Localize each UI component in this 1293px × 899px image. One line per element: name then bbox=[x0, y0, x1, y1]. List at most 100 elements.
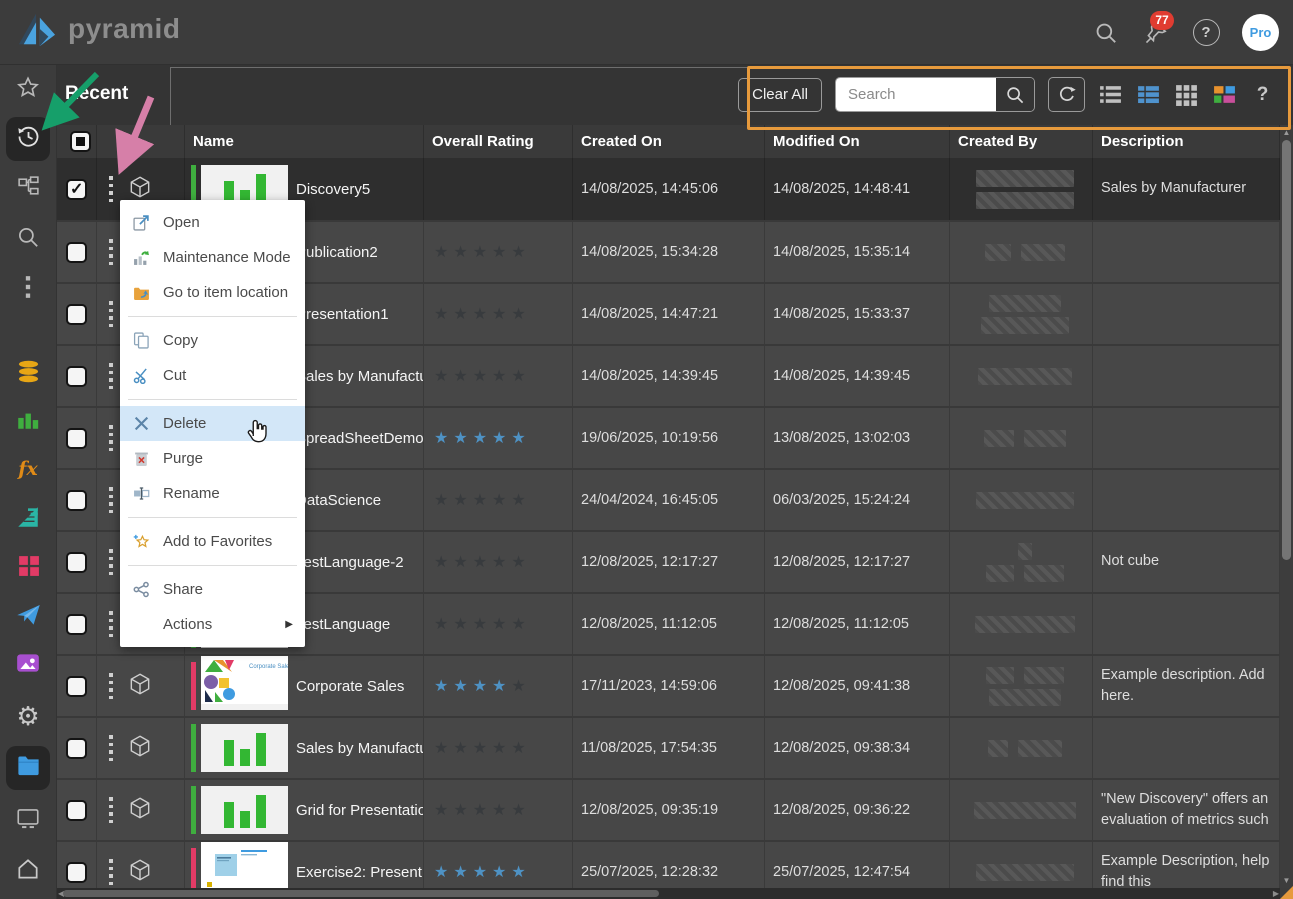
row-checkbox[interactable] bbox=[66, 366, 87, 387]
sidebar-item-home[interactable] bbox=[6, 849, 50, 893]
sidebar-item-illustrate[interactable] bbox=[6, 643, 50, 687]
star-rating[interactable]: ★★★★★ bbox=[424, 304, 531, 324]
sidebar-item-search[interactable] bbox=[6, 217, 50, 261]
profile-avatar[interactable]: Pro bbox=[1242, 14, 1279, 51]
menu-item-open[interactable]: Open bbox=[120, 205, 305, 240]
column-header-created-on[interactable]: Created On bbox=[573, 125, 765, 158]
row-checkbox[interactable] bbox=[66, 304, 87, 325]
column-header-overall-rating[interactable]: Overall Rating bbox=[424, 125, 573, 158]
item-name[interactable]: Grid for Presentation bbox=[296, 802, 424, 819]
vertical-scrollbar[interactable]: ▲ ▼ bbox=[1280, 125, 1293, 888]
sidebar-item-discover[interactable] bbox=[6, 399, 50, 443]
item-name[interactable]: Corporate Sales bbox=[296, 678, 404, 695]
list-view-icon[interactable] bbox=[1098, 82, 1123, 107]
sidebar-item-recent[interactable] bbox=[6, 117, 50, 161]
row-menu-kebab-icon[interactable] bbox=[109, 425, 113, 451]
row-checkbox[interactable] bbox=[66, 490, 87, 511]
row-rating-cell[interactable]: ★★★★★ bbox=[424, 284, 573, 344]
star-rating[interactable]: ★★★★★ bbox=[424, 242, 531, 262]
row-menu-kebab-icon[interactable] bbox=[109, 487, 113, 513]
row-menu-kebab-icon[interactable] bbox=[109, 735, 113, 761]
search-submit-icon[interactable] bbox=[996, 78, 1034, 111]
row-checkbox[interactable] bbox=[66, 614, 87, 635]
row-rating-cell[interactable]: ★★★★★ bbox=[424, 656, 573, 716]
row-menu-kebab-icon[interactable] bbox=[109, 673, 113, 699]
menu-item-copy[interactable]: Copy bbox=[120, 323, 305, 358]
detail-list-view-icon[interactable] bbox=[1136, 82, 1161, 107]
tiles-view-icon[interactable] bbox=[1212, 82, 1237, 107]
row-rating-cell[interactable]: ★★★★★ bbox=[424, 222, 573, 282]
row-menu-kebab-icon[interactable] bbox=[109, 797, 113, 823]
item-name[interactable]: Discovery5 bbox=[296, 181, 370, 198]
item-name[interactable]: Exercise2: Present Pr bbox=[296, 864, 424, 881]
sidebar-item-favorites[interactable] bbox=[6, 68, 50, 112]
item-name[interactable]: Presentation1 bbox=[296, 306, 389, 323]
sidebar-item-hierarchy[interactable] bbox=[6, 167, 50, 211]
row-menu-kebab-icon[interactable] bbox=[109, 611, 113, 637]
scroll-up-arrow[interactable]: ▲ bbox=[1282, 128, 1291, 137]
sidebar-item-publish[interactable] bbox=[6, 595, 50, 639]
star-rating[interactable]: ★★★★★ bbox=[424, 738, 531, 758]
menu-item-share[interactable]: Share bbox=[120, 572, 305, 607]
horizontal-scrollbar[interactable]: ◀ ▶ bbox=[57, 888, 1280, 899]
clear-all-button[interactable]: Clear All bbox=[738, 78, 822, 112]
row-checkbox[interactable] bbox=[66, 242, 87, 263]
row-checkbox[interactable] bbox=[66, 428, 87, 449]
table-row[interactable]: Corporate SalesCorporate Sales★★★★★17/11… bbox=[57, 654, 1280, 716]
view-help-icon[interactable]: ? bbox=[1250, 82, 1275, 107]
menu-item-rename[interactable]: Rename bbox=[120, 476, 305, 511]
row-menu-kebab-icon[interactable] bbox=[109, 859, 113, 885]
select-all-checkbox[interactable] bbox=[70, 131, 91, 152]
menu-item-delete[interactable]: Delete bbox=[120, 406, 305, 441]
scroll-down-arrow[interactable]: ▼ bbox=[1282, 876, 1291, 885]
menu-item-add-to-favorites[interactable]: Add to Favorites bbox=[120, 524, 305, 559]
row-rating-cell[interactable]: ★★★★★ bbox=[424, 594, 573, 654]
row-checkbox[interactable] bbox=[66, 552, 87, 573]
item-name[interactable]: TestLanguage bbox=[296, 616, 390, 633]
row-menu-kebab-icon[interactable] bbox=[109, 239, 113, 265]
sidebar-item-admin[interactable]: ⚙ bbox=[6, 694, 50, 738]
menu-item-actions[interactable]: Actions▶ bbox=[120, 607, 305, 642]
row-checkbox[interactable] bbox=[66, 862, 87, 883]
sidebar-item-tabulate[interactable] bbox=[6, 497, 50, 541]
row-rating-cell[interactable]: ★★★★★ bbox=[424, 842, 573, 888]
grid-view-icon[interactable] bbox=[1174, 82, 1199, 107]
row-checkbox[interactable] bbox=[66, 676, 87, 697]
horizontal-scrollbar-thumb[interactable] bbox=[63, 890, 659, 897]
table-row[interactable]: Sales by Manufacturer★★★★★11/08/2025, 17… bbox=[57, 716, 1280, 778]
help-icon[interactable]: ? bbox=[1192, 19, 1220, 47]
sidebar-item-model[interactable] bbox=[6, 352, 50, 396]
notifications-pin-icon[interactable]: 77 bbox=[1142, 19, 1170, 47]
column-header-modified-on[interactable]: Modified On bbox=[765, 125, 950, 158]
column-header-description[interactable]: Description bbox=[1093, 125, 1280, 158]
table-row[interactable]: Grid for Presentation★★★★★12/08/2025, 09… bbox=[57, 778, 1280, 840]
item-name[interactable]: SpreadSheetDemo_N bbox=[296, 430, 424, 447]
item-name[interactable]: DataScience bbox=[296, 492, 381, 509]
row-rating-cell[interactable]: ★★★★★ bbox=[424, 780, 573, 840]
sidebar-item-content-manager[interactable] bbox=[6, 746, 50, 790]
row-checkbox[interactable] bbox=[66, 738, 87, 759]
column-header-created-by[interactable]: Created By bbox=[950, 125, 1093, 158]
global-search-icon[interactable] bbox=[1092, 19, 1120, 47]
row-rating-cell[interactable]: ★★★★★ bbox=[424, 408, 573, 468]
star-rating[interactable]: ★★★★★ bbox=[424, 614, 531, 634]
star-rating[interactable]: ★★★★★ bbox=[424, 428, 531, 448]
item-name[interactable]: Sales by Manufacturer bbox=[296, 740, 424, 757]
star-rating[interactable]: ★★★★★ bbox=[424, 552, 531, 572]
row-menu-kebab-icon[interactable] bbox=[109, 363, 113, 389]
star-rating[interactable]: ★★★★★ bbox=[424, 862, 531, 882]
row-rating-cell[interactable]: ★★★★★ bbox=[424, 346, 573, 406]
item-name[interactable]: TestLanguage-2 bbox=[296, 554, 404, 571]
star-rating[interactable]: ★★★★★ bbox=[424, 676, 531, 696]
row-checkbox[interactable] bbox=[66, 179, 87, 200]
item-name[interactable]: Publication2 bbox=[296, 244, 378, 261]
sidebar-item-formulate[interactable]: fx bbox=[6, 447, 50, 491]
row-rating-cell[interactable]: ★★★★★ bbox=[424, 532, 573, 592]
row-rating-cell[interactable] bbox=[424, 158, 573, 220]
menu-item-maintenance-mode[interactable]: Maintenance Mode bbox=[120, 240, 305, 275]
search-input[interactable] bbox=[836, 78, 996, 111]
sidebar-item-present[interactable] bbox=[6, 546, 50, 590]
scroll-right-arrow[interactable]: ▶ bbox=[1273, 889, 1279, 898]
sidebar-item-more[interactable] bbox=[6, 267, 50, 311]
row-menu-kebab-icon[interactable] bbox=[109, 549, 113, 575]
